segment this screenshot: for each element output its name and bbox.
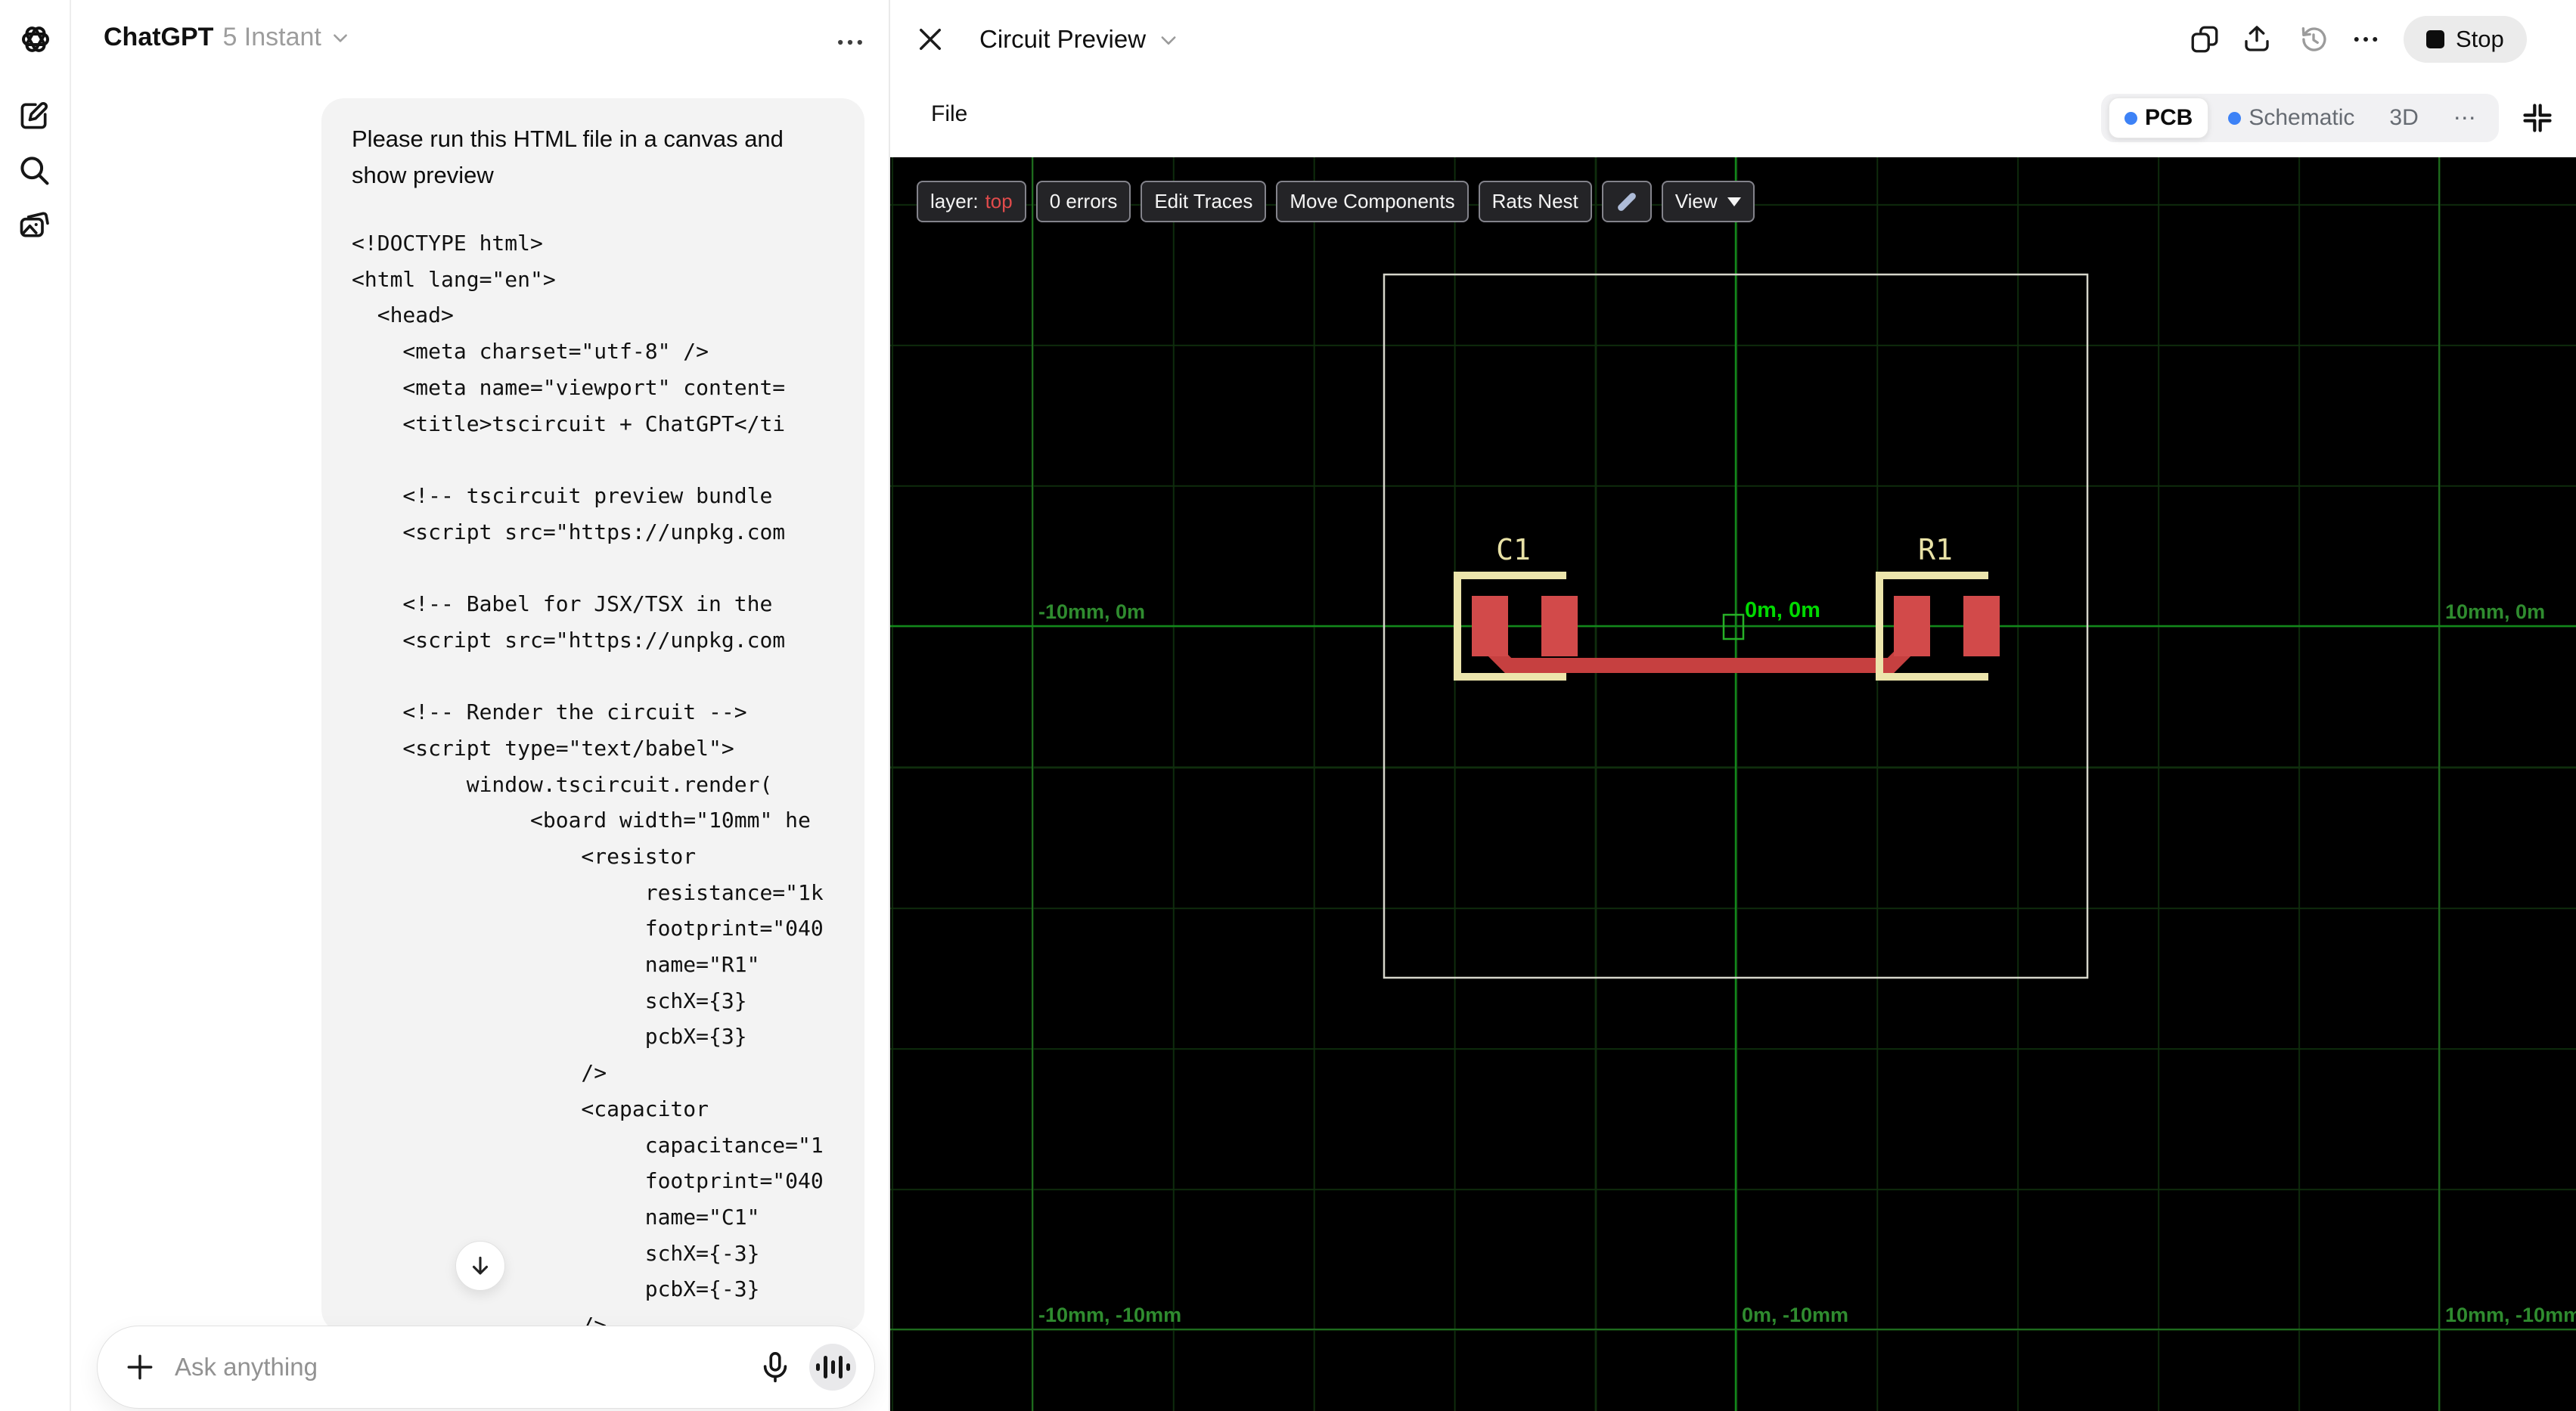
chat-options-icon[interactable] bbox=[833, 26, 867, 59]
grid-label-left-bottom: -10mm, -10mm bbox=[1038, 1304, 1181, 1326]
stop-square-icon bbox=[2426, 30, 2444, 48]
origin-coordinate-label: 0m, 0m bbox=[1745, 598, 1820, 622]
new-chat-icon[interactable] bbox=[17, 99, 54, 135]
sidebar bbox=[0, 0, 71, 1411]
user-message-code: <!DOCTYPE html> <html lang="en"> <head> … bbox=[352, 231, 824, 1332]
c1-pad-1[interactable] bbox=[1472, 596, 1508, 656]
scroll-to-bottom-button[interactable] bbox=[455, 1241, 505, 1291]
layer-prefix: layer: bbox=[930, 190, 979, 212]
history-icon[interactable] bbox=[2298, 23, 2329, 55]
pcb-drawing: C1 R1 0m, 0m -10mm, 0m 10mm, 0m -10mm, -… bbox=[890, 157, 2576, 1411]
chat-panel: ChatGPT 5 Instant Please run this HTML f… bbox=[71, 0, 889, 1411]
library-icon[interactable] bbox=[17, 208, 54, 244]
chat-input[interactable] bbox=[173, 1352, 758, 1382]
canvas-title: Circuit Preview bbox=[979, 25, 1147, 53]
edit-pencil-button[interactable] bbox=[1601, 181, 1652, 222]
rats-nest-button[interactable]: Rats Nest bbox=[1478, 181, 1592, 222]
chat-header: ChatGPT 5 Instant bbox=[71, 0, 889, 79]
grid-label-right-bottom: 10mm, -10mm bbox=[2445, 1304, 2576, 1326]
chevron-down-icon bbox=[1158, 29, 1178, 49]
preview-subheader: File PCB Schematic 3D ⋯ bbox=[890, 79, 2576, 157]
app-title: ChatGPT bbox=[104, 23, 214, 51]
preview-header: Circuit Preview Stop bbox=[890, 0, 2576, 79]
edit-traces-button[interactable]: Edit Traces bbox=[1141, 181, 1267, 222]
r1-pad-1[interactable] bbox=[1894, 596, 1930, 656]
c1-silkscreen-top bbox=[1454, 572, 1566, 579]
file-menu[interactable]: File bbox=[923, 95, 975, 133]
stop-label: Stop bbox=[2456, 26, 2504, 52]
collapse-icon[interactable] bbox=[2521, 101, 2554, 135]
user-message-bubble: Please run this HTML file in a canvas an… bbox=[321, 98, 864, 1332]
r1-ref-label: R1 bbox=[1918, 533, 1953, 566]
more-options-icon[interactable] bbox=[2350, 23, 2382, 55]
view-label: View bbox=[1674, 190, 1718, 212]
grid-label-center-bottom: 0m, -10mm bbox=[1742, 1304, 1848, 1326]
canvas-title-menu[interactable]: Circuit Preview bbox=[979, 25, 1178, 54]
close-icon[interactable] bbox=[914, 23, 946, 55]
stop-button[interactable]: Stop bbox=[2404, 16, 2527, 63]
tab-pcb-label: PCB bbox=[2145, 105, 2193, 130]
composer bbox=[97, 1326, 875, 1409]
voice-mode-button[interactable] bbox=[809, 1344, 856, 1391]
c1-pad-2[interactable] bbox=[1541, 596, 1578, 656]
tab-schematic-label: Schematic bbox=[2249, 105, 2355, 130]
chatgpt-app: ChatGPT 5 Instant Please run this HTML f… bbox=[0, 0, 2576, 1411]
c1-ref-label: C1 bbox=[1496, 533, 1531, 566]
user-message-text: Please run this HTML file in a canvas an… bbox=[352, 126, 784, 188]
c1-silkscreen-bar bbox=[1454, 572, 1461, 681]
model-name: 5 Instant bbox=[222, 23, 321, 51]
pcb-canvas[interactable]: C1 R1 0m, 0m -10mm, 0m 10mm, 0m -10mm, -… bbox=[890, 157, 2576, 1411]
c1-silkscreen-bottom bbox=[1454, 673, 1566, 681]
r1-silkscreen-bar bbox=[1876, 572, 1883, 681]
share-icon[interactable] bbox=[2241, 23, 2273, 55]
grid-label-right-mid: 10mm, 0m bbox=[2445, 600, 2545, 623]
copy-icon[interactable] bbox=[2189, 23, 2221, 55]
pencil-icon bbox=[1617, 192, 1636, 211]
schematic-dot-icon bbox=[2228, 111, 2242, 125]
move-components-button[interactable]: Move Components bbox=[1276, 181, 1469, 222]
tab-pcb[interactable]: PCB bbox=[2109, 98, 2209, 138]
view-dropdown-button[interactable]: View bbox=[1661, 181, 1755, 222]
r1-pad-2[interactable] bbox=[1963, 596, 2000, 656]
r1-silkscreen-top bbox=[1876, 572, 1988, 579]
circuit-preview-panel: Circuit Preview Stop File PCB Schematic … bbox=[889, 0, 2576, 1411]
tab-3d-label: 3D bbox=[2389, 105, 2419, 130]
attach-plus-icon[interactable] bbox=[123, 1351, 157, 1384]
chevron-down-icon bbox=[331, 28, 350, 48]
caret-down-icon bbox=[1727, 197, 1741, 206]
layer-button[interactable]: layer: top bbox=[917, 181, 1026, 222]
r1-silkscreen-bottom bbox=[1876, 673, 1988, 681]
grid-label-left-mid: -10mm, 0m bbox=[1038, 600, 1145, 623]
layer-value: top bbox=[985, 190, 1013, 212]
tab-more[interactable]: ⋯ bbox=[2438, 98, 2491, 138]
dictate-mic-icon[interactable] bbox=[758, 1350, 793, 1385]
search-icon[interactable] bbox=[17, 154, 54, 190]
tab-more-label: ⋯ bbox=[2453, 105, 2476, 131]
errors-button[interactable]: 0 errors bbox=[1035, 181, 1131, 222]
tab-3d[interactable]: 3D bbox=[2374, 98, 2433, 138]
pcb-toolbar: layer: top 0 errors Edit Traces Move Com… bbox=[917, 181, 1755, 222]
model-selector[interactable]: ChatGPT 5 Instant bbox=[104, 23, 350, 52]
view-tabs: PCB Schematic 3D ⋯ bbox=[2101, 94, 2499, 142]
openai-logo-icon bbox=[17, 21, 54, 57]
pcb-dot-icon bbox=[2124, 111, 2137, 125]
tab-schematic[interactable]: Schematic bbox=[2213, 98, 2370, 138]
